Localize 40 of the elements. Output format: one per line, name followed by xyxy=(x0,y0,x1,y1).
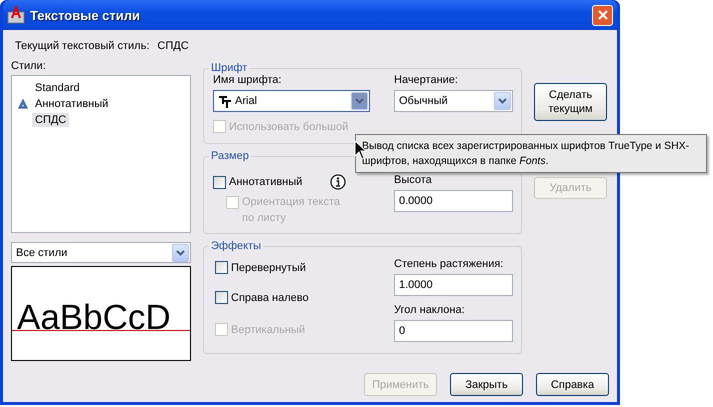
style-item[interactable]: Standard xyxy=(32,81,83,95)
close-button[interactable] xyxy=(592,4,613,26)
style-item[interactable]: СПДС xyxy=(32,113,70,127)
checkbox[interactable] xyxy=(213,176,226,188)
styles-label: Стили: xyxy=(11,60,47,72)
checkbox[interactable] xyxy=(215,291,228,304)
current-style-label: Текущий текстовый стиль: xyxy=(15,40,150,52)
info-icon[interactable] xyxy=(330,174,346,190)
app-icon xyxy=(7,6,25,24)
dialog-button[interactable]: Справка xyxy=(536,373,609,396)
group-title: Шрифт xyxy=(210,62,248,74)
window-title: Текстовые стили xyxy=(30,8,141,22)
checkbox-label: Использовать большой xyxy=(229,120,348,132)
checkbox-label: Перевернутый xyxy=(231,262,306,274)
height-field[interactable]: 0.0000 xyxy=(394,190,513,212)
close-icon xyxy=(596,9,608,21)
style-item[interactable]: Аннотативный xyxy=(32,97,112,111)
dialog-button[interactable]: Закрыть xyxy=(450,373,523,396)
font-style-label: Начертание: xyxy=(394,74,459,86)
set-current-button[interactable]: Сделать текущим xyxy=(534,83,607,121)
group-title: Размер xyxy=(210,150,250,162)
width-factor-label: Степень растяжения: xyxy=(394,258,504,270)
oblique-angle-field[interactable]: 0 xyxy=(394,320,513,342)
truetype-icon xyxy=(218,94,232,108)
width-factor-field[interactable]: 1.0000 xyxy=(394,274,513,296)
checkbox[interactable] xyxy=(215,261,228,274)
checkbox-label: Аннотативный xyxy=(229,176,302,188)
font-name-label: Имя шрифта: xyxy=(213,74,282,86)
oblique-angle-label: Угол наклона: xyxy=(394,304,466,316)
checkbox-label: Справа налево xyxy=(231,292,309,304)
font-name-dropdown[interactable]: Arial xyxy=(213,90,370,112)
style-filter-dropdown[interactable]: Все стили xyxy=(11,242,191,263)
tooltip: Вывод списка всех зарегистрированных шрифтов TrueType и SHX-шрифтов, находящихся в папке Fonts. xyxy=(355,134,707,173)
font-style-dropdown[interactable]: Обычный xyxy=(394,90,513,112)
checkbox-label: Ориентация текста по листу xyxy=(242,195,342,226)
current-style-value: СПДС xyxy=(157,40,189,52)
height-label: Высота xyxy=(394,174,433,186)
checkbox-label: Вертикальный xyxy=(231,324,305,336)
group-title: Эффекты xyxy=(210,240,262,252)
preview-text: AaBbCcD xyxy=(17,298,171,338)
